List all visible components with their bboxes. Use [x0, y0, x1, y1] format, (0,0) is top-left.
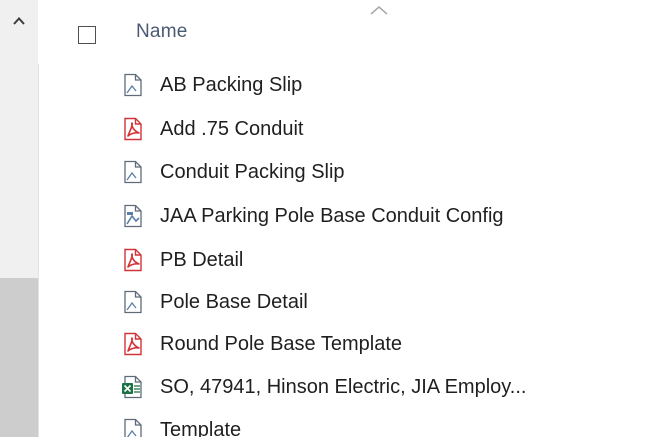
file-row[interactable]: Template	[120, 410, 650, 437]
pdf-document-icon	[120, 116, 146, 142]
file-row[interactable]: Round Pole Base Template	[120, 324, 650, 364]
file-row[interactable]: PB Detail	[120, 240, 650, 280]
generic-document-icon	[120, 159, 146, 185]
file-explorer-pane: Name AB Packing Slip Add .75 Conduit Condu…	[0, 0, 653, 437]
config-document-icon	[120, 203, 146, 229]
file-name: Pole Base Detail	[160, 290, 308, 313]
file-name: Add .75 Conduit	[160, 117, 304, 140]
file-list: AB Packing Slip Add .75 Conduit Conduit Pa…	[0, 0, 653, 437]
file-name: PB Detail	[160, 248, 244, 271]
generic-document-icon	[120, 289, 146, 315]
file-row[interactable]: Pole Base Detail	[120, 282, 650, 322]
file-name: JAA Parking Pole Base Conduit Config	[160, 204, 504, 227]
spreadsheet-document-icon	[120, 374, 146, 400]
generic-document-icon	[120, 417, 146, 437]
file-row[interactable]: Conduit Packing Slip	[120, 152, 650, 192]
pdf-document-icon	[120, 331, 146, 357]
file-name: Template	[160, 418, 242, 437]
file-row[interactable]: SO, 47941, Hinson Electric, JIA Employ..…	[120, 367, 650, 407]
file-name: Round Pole Base Template	[160, 332, 403, 355]
file-name: AB Packing Slip	[160, 73, 303, 96]
file-name: SO, 47941, Hinson Electric, JIA Employ..…	[160, 375, 527, 398]
file-row[interactable]: JAA Parking Pole Base Conduit Config	[120, 196, 650, 236]
pdf-document-icon	[120, 247, 146, 273]
file-name: Conduit Packing Slip	[160, 160, 345, 183]
file-row[interactable]: Add .75 Conduit	[120, 109, 650, 149]
generic-document-icon	[120, 72, 146, 98]
file-row[interactable]: AB Packing Slip	[120, 65, 650, 105]
